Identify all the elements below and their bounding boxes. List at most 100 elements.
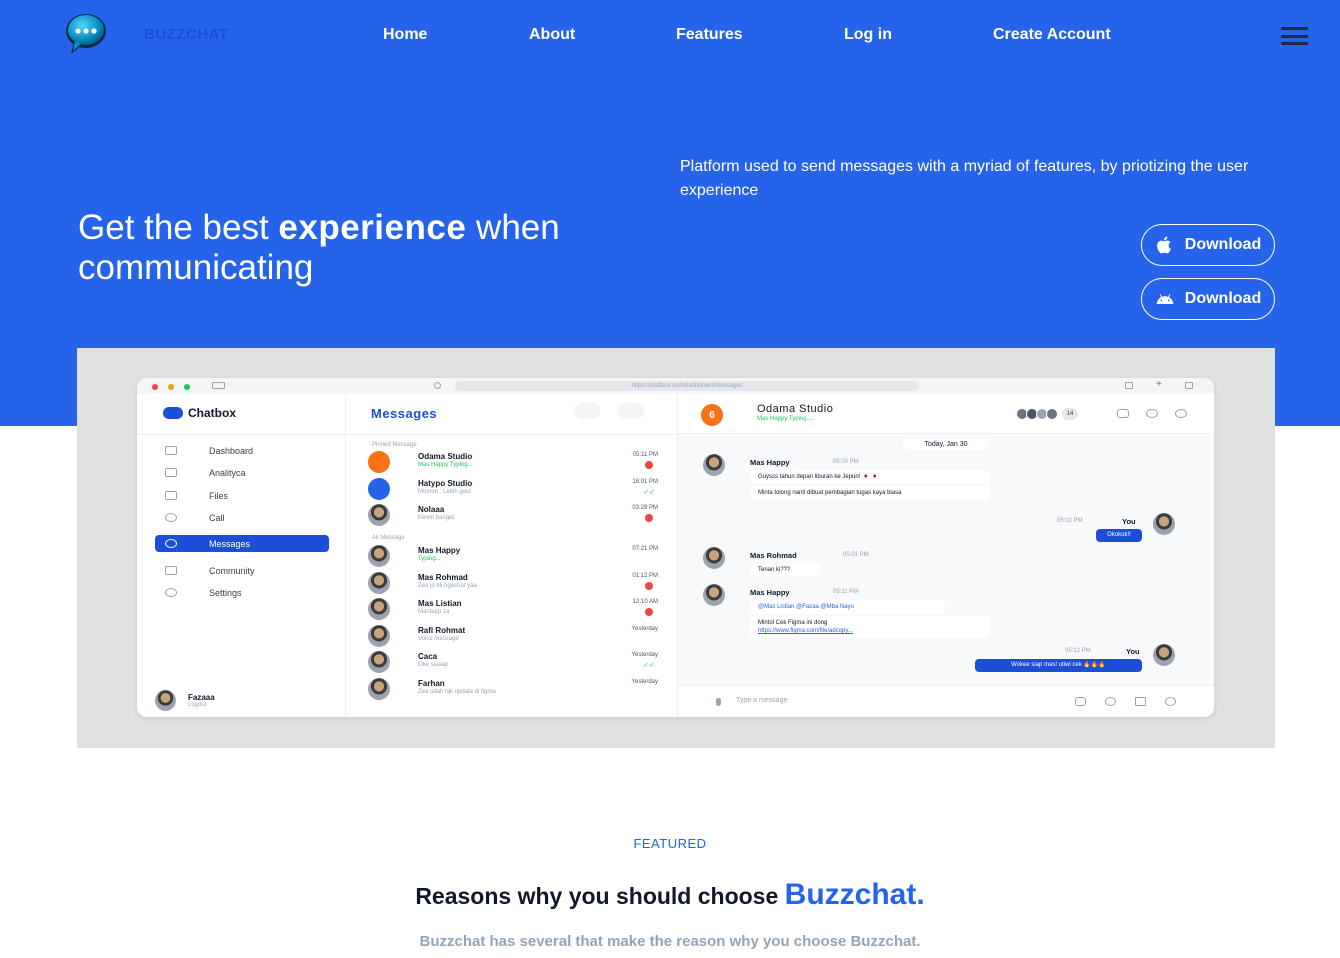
- download-ios-button[interactable]: Download: [1141, 224, 1275, 266]
- conversation-preview: Zea udah tak update di figma: [418, 688, 496, 695]
- sender-name: Mas Happy: [750, 588, 790, 597]
- conversation-time: 01:12 PM: [632, 572, 658, 579]
- message-icon: [165, 539, 177, 548]
- conversation-item: Mas Rohmad Zea jo bli ngechat yaa 01:12 PM: [368, 571, 658, 595]
- window-close-dot: [152, 384, 158, 390]
- mas-rohmad-avatar: [703, 547, 725, 569]
- featured-subtitle: Buzzchat has several that make the reaso…: [419, 933, 921, 950]
- nav-link-about[interactable]: About: [529, 26, 575, 44]
- unread-badge: [645, 581, 653, 590]
- conversation-name: Caca: [418, 652, 438, 661]
- navbar: BUZZCHAT Home About Features Log in Crea…: [0, 0, 1340, 72]
- window-minimize-dot: [168, 384, 174, 390]
- message-time: 05:11 PM: [833, 589, 859, 595]
- user-name: Fazaaa: [188, 693, 215, 702]
- grid-icon: [165, 446, 177, 455]
- compose-icon: [574, 403, 600, 419]
- brand-name[interactable]: BUZZCHAT: [144, 26, 229, 43]
- send-icon: [1135, 697, 1146, 706]
- you-avatar: [1153, 513, 1175, 535]
- hero-description: Platform used to send messages with a my…: [680, 158, 1249, 199]
- people-icon: [165, 566, 177, 575]
- message-time: 05:00 PM: [833, 459, 859, 465]
- chat-title: Odama Studio: [757, 403, 834, 415]
- nav-link-features[interactable]: Features: [676, 26, 743, 44]
- chat-group-avatar: 6: [701, 404, 723, 426]
- conversation-time: 12:10 AM: [632, 599, 658, 605]
- new-tab-icon: +: [1156, 379, 1162, 390]
- conversation-item: Mas Happy Typing... 07:21 PM: [368, 544, 658, 568]
- date-separator: Today, Jan 30: [903, 439, 989, 450]
- conversation-preview: Keren banget: [418, 515, 455, 521]
- conversation-time: 16:01 PM: [632, 478, 658, 485]
- sidebar-item-dashboard: Dashboard: [155, 442, 329, 459]
- gear-icon: [165, 588, 177, 597]
- sender-name: Mas Rohmad: [750, 551, 797, 560]
- conversation-time: 05:11 PM: [632, 452, 658, 458]
- sidebar-item-messages: Messages: [155, 535, 329, 552]
- logo-chat-bubble-icon[interactable]: [62, 10, 110, 58]
- conversation-item: Hatypo Studio Momon : Lebih gaul 16:01 PM ✓…: [368, 477, 658, 501]
- outgoing-message: Wokee siap mas! utiwi cek 🔥🔥🔥: [975, 659, 1142, 672]
- you-label: You: [1122, 517, 1136, 526]
- shield-icon: [434, 382, 441, 389]
- tabs-icon: [1185, 382, 1193, 389]
- conversation-name: Rafi Rohmat: [418, 625, 466, 635]
- hero-title: Get the best experience when communicati…: [78, 208, 560, 287]
- pinned-section-label: Pinned Message: [372, 442, 417, 448]
- conversation-time: 07:21 PM: [632, 546, 658, 552]
- download-ios-label: Download: [1184, 236, 1262, 253]
- microphone-icon: [716, 698, 721, 706]
- sidebar-item-analytics: Analityca: [155, 464, 329, 481]
- phone-icon: [165, 513, 177, 522]
- featured-label: FEATURED: [633, 836, 707, 851]
- conversation-preview: Zea jo bli ngechat yaa: [418, 582, 477, 589]
- user-avatar: [155, 690, 176, 711]
- conversation-preview: Voice message: [418, 635, 459, 642]
- search-icon: [618, 403, 644, 419]
- conversation-avatar: [368, 624, 390, 647]
- all-section-label: All Message: [372, 535, 405, 541]
- conversation-name: Hatypo Studio: [418, 478, 473, 488]
- nav-link-login[interactable]: Log in: [844, 26, 892, 44]
- conversation-name: Mas Happy: [418, 546, 461, 555]
- message-input-bar: Type a message: [678, 685, 1214, 717]
- featured-title: Reasons why you should choose Buzzchat.: [415, 878, 925, 911]
- chatbox-logo-icon: [163, 407, 183, 419]
- logout-link: Logout: [188, 702, 207, 708]
- conversation-name: Nolaaa: [418, 505, 445, 514]
- nav-link-create-account[interactable]: Create Account: [993, 26, 1111, 44]
- hamburger-menu-icon[interactable]: [1281, 27, 1308, 45]
- conversation-preview: Mas Happy Typing...: [418, 462, 473, 468]
- folder-icon: [165, 491, 177, 500]
- app-preview-frame: https://chatbox.com/dashboard/messages +…: [77, 348, 1275, 748]
- message-time: 05:02 PM: [1057, 518, 1083, 524]
- conversation-item: Nolaaa Keren banget 03:29 PM: [368, 503, 658, 527]
- chat-typing-status: Mas Happy Typing....: [757, 416, 814, 422]
- conversation-preview: Oke siaaap: [418, 662, 449, 668]
- conversation-name: Farhan: [418, 678, 445, 688]
- unread-badge: [645, 608, 653, 616]
- conversation-avatar: [368, 598, 390, 620]
- conversation-time: Yesterday: [631, 678, 658, 685]
- you-avatar: [1153, 644, 1175, 666]
- download-android-button[interactable]: Download: [1141, 278, 1275, 320]
- read-check-icon: ✓✓: [643, 488, 655, 496]
- conversation-preview: Momon : Lebih gaul: [418, 488, 471, 495]
- conversation-name: Mas Rohmad: [418, 572, 468, 582]
- conversation-avatar: [368, 545, 390, 567]
- conversation-avatar: [368, 504, 390, 526]
- chat-message: Tenan ki???: [750, 563, 820, 577]
- nav-link-home[interactable]: Home: [383, 26, 427, 44]
- group-members: 14: [1016, 408, 1078, 420]
- sidebar-item-settings: Settings: [155, 584, 329, 601]
- conversation-item: Odama Studio Mas Happy Typing... 05:11 PM: [368, 450, 658, 474]
- chat-header: 6 Odama Studio Mas Happy Typing.... 14: [678, 394, 1214, 434]
- conversation-avatar: [368, 677, 390, 700]
- sidebar-item-files: Files: [155, 487, 329, 504]
- member-count: 14: [1062, 408, 1078, 420]
- sidebar-user: Fazaaa Logout: [155, 690, 215, 711]
- conversation-name: Mas Listian: [418, 599, 462, 608]
- conversation-preview: Typing...: [418, 556, 441, 562]
- mas-happy-avatar: [703, 454, 725, 476]
